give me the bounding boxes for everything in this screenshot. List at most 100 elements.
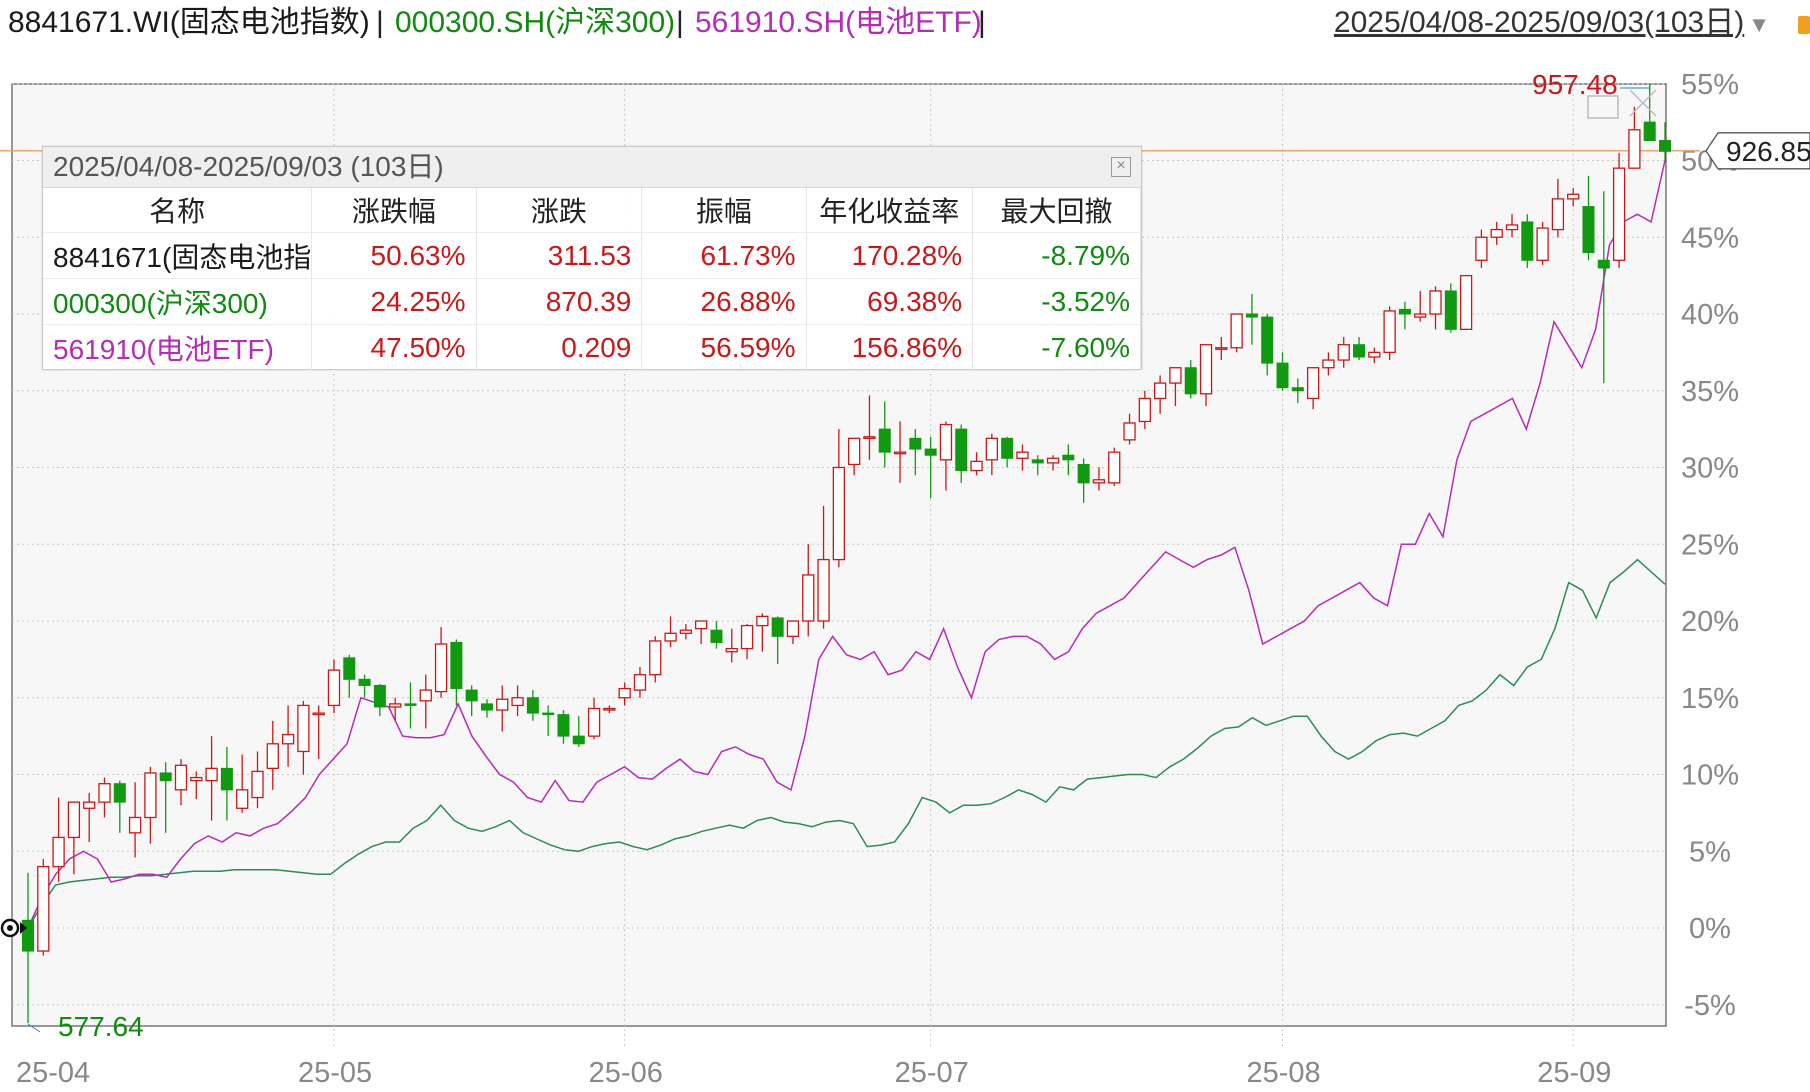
table-row[interactable]: 561910(电池ETF) 47.50% 0.209 56.59% 156.86… <box>43 324 1141 371</box>
candle-body[interactable] <box>955 428 968 472</box>
candle-body[interactable] <box>786 620 800 638</box>
candle-body[interactable] <box>1429 290 1442 315</box>
candle-body[interactable] <box>756 615 769 627</box>
candle-body[interactable] <box>1169 367 1182 384</box>
candle-body[interactable] <box>1353 344 1366 358</box>
candle-body[interactable] <box>710 629 723 643</box>
candle-body[interactable] <box>1597 259 1610 269</box>
candle-body[interactable] <box>52 836 65 868</box>
candle-body[interactable] <box>327 669 341 707</box>
candle-body[interactable] <box>419 689 432 702</box>
candle-body[interactable] <box>480 703 493 711</box>
candle-body[interactable] <box>863 436 876 439</box>
candle-body[interactable] <box>159 772 172 782</box>
candle-body[interactable] <box>1138 397 1151 423</box>
candle-body[interactable] <box>1031 459 1044 464</box>
candle-body[interactable] <box>1521 221 1534 261</box>
candle-body[interactable] <box>1276 362 1289 389</box>
candle-body[interactable] <box>526 697 539 714</box>
candle-body[interactable] <box>1398 308 1411 315</box>
candle-body[interactable] <box>1490 228 1503 238</box>
candle-body[interactable] <box>970 460 983 472</box>
candle-body[interactable] <box>587 707 601 737</box>
candle-body[interactable] <box>1001 437 1014 459</box>
candle-body[interactable] <box>67 801 81 839</box>
candle-body[interactable] <box>281 733 295 745</box>
candle-body[interactable] <box>664 632 677 642</box>
candle-body[interactable] <box>297 704 310 753</box>
candle-body[interactable] <box>847 437 861 466</box>
candle-body[interactable] <box>1659 140 1671 152</box>
candle-body[interactable] <box>1628 129 1641 169</box>
candle-body[interactable] <box>343 657 356 680</box>
candle-body[interactable] <box>1322 359 1335 369</box>
candle-body[interactable] <box>1444 290 1457 330</box>
candle-body[interactable] <box>1475 236 1488 261</box>
candle-body[interactable] <box>312 712 325 716</box>
candle-body[interactable] <box>679 629 693 634</box>
candle-body[interactable] <box>1261 316 1274 364</box>
candle-body[interactable] <box>649 640 662 676</box>
candle-body[interactable] <box>450 641 463 690</box>
candle-body[interactable] <box>985 437 998 461</box>
candle-body[interactable] <box>1291 387 1304 392</box>
candle-body[interactable] <box>205 767 218 782</box>
candle-body[interactable] <box>893 451 907 455</box>
candle-body[interactable] <box>1108 451 1121 484</box>
candle-body[interactable] <box>725 647 738 653</box>
candle-body[interactable] <box>878 428 891 453</box>
candle-body[interactable] <box>1016 451 1029 459</box>
candle-body[interactable] <box>909 437 922 450</box>
candle-body[interactable] <box>113 783 126 803</box>
candle-body[interactable] <box>144 772 157 819</box>
candle-body[interactable] <box>924 448 937 456</box>
candle-body[interactable] <box>434 643 448 693</box>
candle-body[interactable] <box>83 801 96 809</box>
candle-body[interactable] <box>832 466 846 561</box>
candle-body[interactable] <box>1092 479 1106 484</box>
candle-body[interactable] <box>1245 313 1258 318</box>
candle-body[interactable] <box>220 767 233 791</box>
candle-body[interactable] <box>1077 463 1090 484</box>
candle-body[interactable] <box>557 714 570 737</box>
candle-body[interactable] <box>939 423 953 461</box>
candle-body[interactable] <box>236 789 249 809</box>
candle-body[interactable] <box>1046 457 1060 464</box>
candle-body[interactable] <box>404 703 417 706</box>
candle-body[interactable] <box>1230 313 1243 349</box>
candle-body[interactable] <box>266 743 279 770</box>
candle-body[interactable] <box>22 919 34 952</box>
candle-body[interactable] <box>37 865 50 952</box>
candle-body[interactable] <box>817 558 830 622</box>
candle-body[interactable] <box>1505 224 1519 231</box>
candle-body[interactable] <box>190 776 203 782</box>
candle-body[interactable] <box>128 816 142 834</box>
candle-body[interactable] <box>251 770 264 799</box>
table-row[interactable]: 8841671(固态电池指 50.63% 311.53 61.73% 170.2… <box>43 232 1141 279</box>
candle-body[interactable] <box>1199 344 1213 395</box>
candle-body[interactable] <box>542 712 555 716</box>
candle-body[interactable] <box>1414 313 1427 318</box>
candle-body[interactable] <box>603 707 616 711</box>
candle-body[interactable] <box>1306 367 1320 400</box>
candle-body[interactable] <box>633 674 647 691</box>
candle-body[interactable] <box>1337 344 1350 361</box>
candle-body[interactable] <box>695 620 708 630</box>
candle-body[interactable] <box>1368 351 1381 358</box>
candle-body[interactable] <box>1582 206 1595 254</box>
candle-body[interactable] <box>1567 193 1580 200</box>
candle-body[interactable] <box>373 684 386 708</box>
candle-body[interactable] <box>358 678 371 686</box>
close-icon[interactable]: × <box>1111 157 1131 177</box>
candle-body[interactable] <box>1536 227 1549 261</box>
candle-body[interactable] <box>1383 310 1396 354</box>
candle-body[interactable] <box>771 617 784 637</box>
candle-body[interactable] <box>802 574 815 622</box>
candle-body[interactable] <box>511 697 524 707</box>
candle-body[interactable] <box>496 698 509 711</box>
candle-body[interactable] <box>1153 382 1167 400</box>
candle-body[interactable] <box>1062 454 1075 461</box>
candle-body[interactable] <box>1184 367 1197 395</box>
candle-body[interactable] <box>618 687 631 699</box>
candle-body[interactable] <box>98 783 111 803</box>
